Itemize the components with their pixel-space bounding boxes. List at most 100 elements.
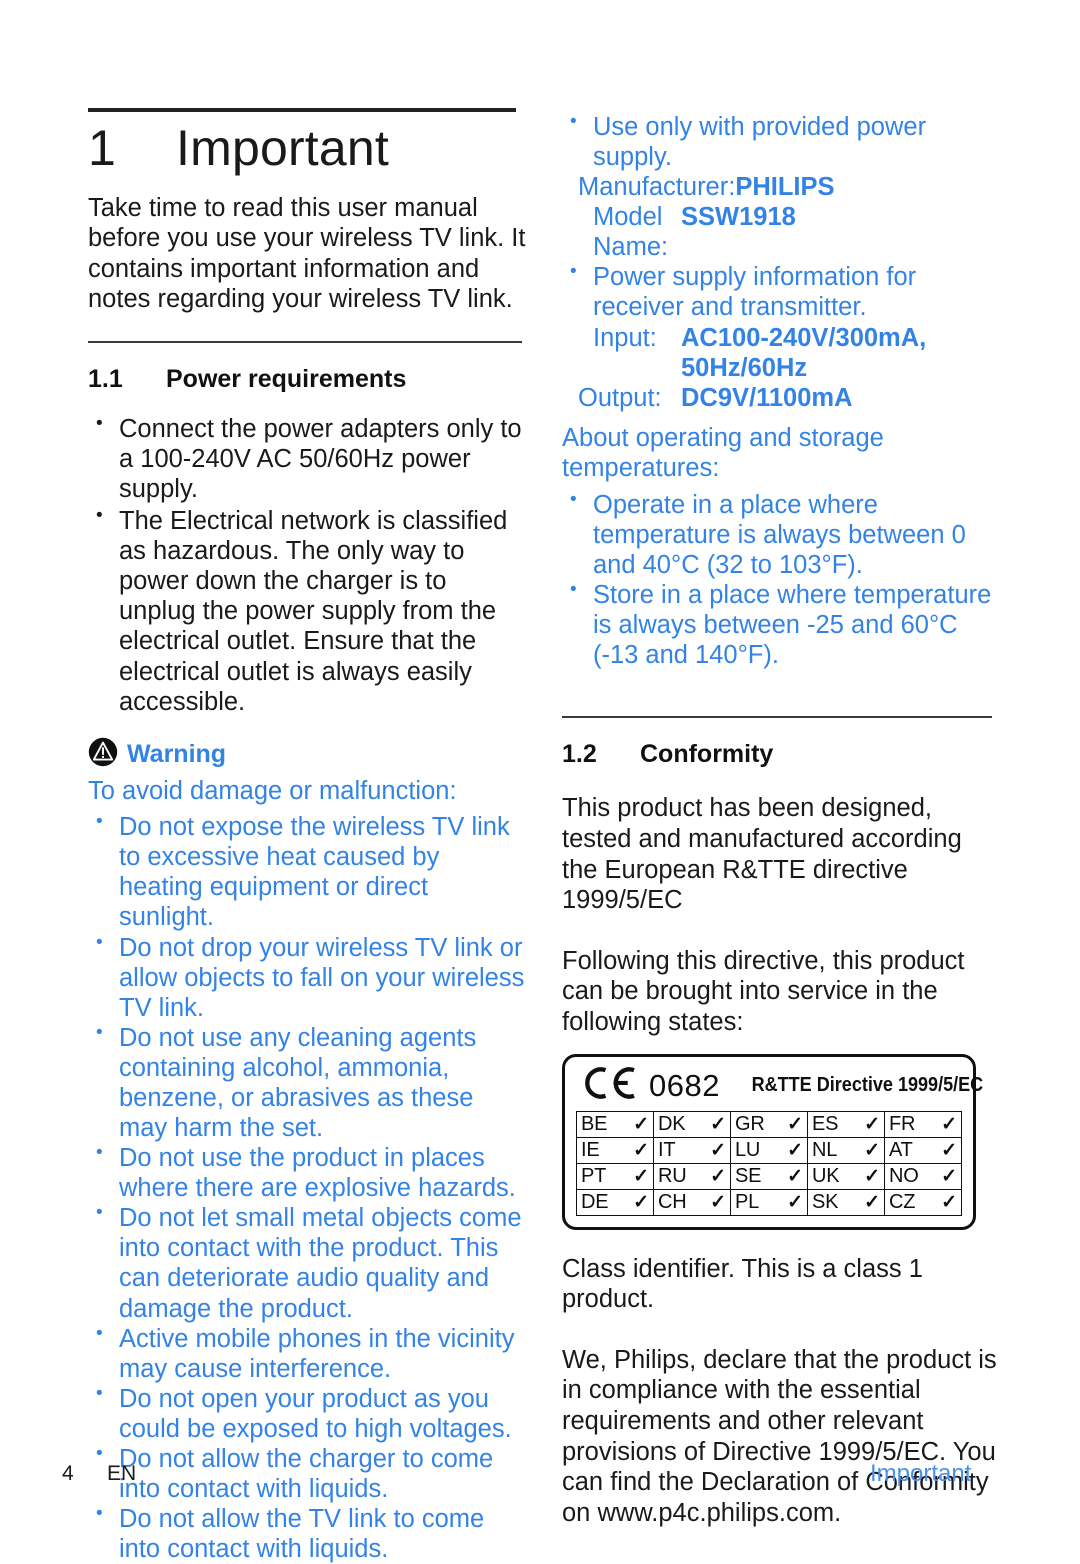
ce-country-table: BE ✓ DK ✓ GR ✓ ES ✓ FR ✓ IE ✓ IT ✓ LU ✓ NL ✓ AT ✓	[576, 1110, 962, 1216]
conformity-paragraph-3: Class identifier. This is a class 1 prod…	[562, 1254, 923, 1314]
list-item: Active mobile phones in the vicinity may…	[88, 1323, 528, 1384]
table-cell: ES ✓	[807, 1110, 885, 1138]
list-item: Operate in a place where temperature is …	[562, 489, 1002, 580]
check-icon: ✓	[941, 1139, 957, 1161]
conformity-paragraph-4: We, Philips, declare that the product is…	[562, 1345, 997, 1527]
list-item: Do not open your product as you could be…	[88, 1383, 528, 1444]
list-item: Do not drop your wireless TV link or all…	[88, 932, 528, 1023]
country-code: GR	[735, 1113, 765, 1136]
model-name-row: Model Name: SSW1918	[562, 202, 1002, 262]
list-item: Do not use any cleaning agents containin…	[88, 1022, 528, 1143]
page-number: 4	[62, 1462, 74, 1485]
ce-box-header: 0682 R&TTE Directive 1999/5/EC	[576, 1066, 983, 1111]
check-icon: ✓	[864, 1113, 880, 1135]
check-icon: ✓	[787, 1113, 803, 1135]
check-icon: ✓	[787, 1165, 803, 1187]
list-item: Do not allow the charger to come into co…	[88, 1443, 528, 1504]
check-icon: ✓	[633, 1165, 649, 1187]
conformity-paragraph-1: This product has been designed, tested a…	[562, 794, 962, 915]
table-row: IE ✓ IT ✓ LU ✓ NL ✓ AT ✓	[576, 1136, 962, 1164]
footer-language-code: EN	[107, 1462, 137, 1485]
table-cell: CH ✓	[653, 1188, 731, 1216]
country-code: FR	[889, 1113, 916, 1136]
chapter-title: Important	[176, 120, 390, 176]
list-item: Do not use the product in places where t…	[88, 1142, 528, 1203]
output-label: Output:	[578, 383, 662, 412]
table-row: DE ✓ CH ✓ PL ✓ SK ✓ CZ ✓	[576, 1188, 962, 1216]
input-value: AC100-240V/300mA,	[681, 323, 927, 352]
table-cell: PL ✓	[730, 1188, 808, 1216]
check-icon: ✓	[710, 1165, 726, 1187]
check-icon: ✓	[710, 1113, 726, 1135]
temperatures-bullet-list: Operate in a place where temperature is …	[562, 489, 1002, 670]
ce-logo-icon	[582, 1066, 638, 1105]
list-item: Power supply information for receiver an…	[562, 261, 1002, 322]
section-heading-conformity: 1.2 Conformity	[562, 740, 1002, 769]
model-name-label: Model Name:	[593, 203, 669, 262]
output-row: Output: DC9V/1100mA	[562, 383, 1002, 413]
conformity-paragraph-2: Following this directive, this product c…	[562, 946, 965, 1036]
manufacturer-label: Manufacturer:	[578, 173, 736, 202]
country-code: IE	[581, 1139, 600, 1162]
warning-triangle-icon	[88, 737, 118, 772]
check-icon: ✓	[941, 1191, 957, 1213]
chapter-number: 1	[88, 120, 117, 176]
ce-directive-text: R&TTE Directive 1999/5/EC	[751, 1072, 984, 1096]
input-row: Input: AC100-240V/300mA,	[562, 323, 1002, 353]
table-cell: DE ✓	[576, 1188, 654, 1216]
list-item: Use only with provided power supply.	[562, 111, 1002, 172]
table-cell: IT ✓	[653, 1136, 731, 1164]
section-title: Conformity	[640, 740, 774, 769]
check-icon: ✓	[864, 1165, 880, 1187]
list-item: Do not allow the TV link to come into co…	[88, 1503, 528, 1564]
country-code: LU	[735, 1139, 761, 1162]
input-value-line2: 50Hz/60Hz	[681, 353, 808, 382]
table-cell: DK ✓	[653, 1110, 731, 1138]
section-number: 1.2	[562, 740, 597, 769]
section-number: 1.1	[88, 364, 123, 393]
country-code: PT	[581, 1165, 607, 1188]
table-cell: SK ✓	[807, 1188, 885, 1216]
list-item: Store in a place where temperature is al…	[562, 579, 1002, 670]
table-cell: SE ✓	[730, 1162, 808, 1190]
ce-notified-body-number: 0682	[649, 1067, 720, 1103]
power-supply-list: Use only with provided power supply.	[562, 111, 1002, 172]
output-value: DC9V/1100mA	[681, 383, 853, 412]
section-heading-power-requirements: 1.1 Power requirements	[88, 365, 528, 394]
country-code: BE	[581, 1113, 608, 1136]
country-code: ES	[812, 1113, 839, 1136]
check-icon: ✓	[941, 1113, 957, 1135]
table-cell: UK ✓	[807, 1162, 885, 1190]
table-cell: LU ✓	[730, 1136, 808, 1164]
check-icon: ✓	[787, 1139, 803, 1161]
table-cell: PT ✓	[576, 1162, 654, 1190]
table-cell: AT ✓	[884, 1136, 962, 1164]
country-code: DE	[581, 1191, 609, 1214]
check-icon: ✓	[633, 1113, 649, 1135]
ce-mark-group: 0682	[582, 1066, 720, 1105]
check-icon: ✓	[864, 1139, 880, 1161]
left-column: 1 Important Take time to read this user …	[88, 108, 528, 1564]
temperatures-lead-text: About operating and storage temperatures…	[562, 423, 884, 483]
country-code: NL	[812, 1139, 838, 1162]
country-code: SE	[735, 1165, 762, 1188]
check-icon: ✓	[710, 1191, 726, 1213]
power-requirements-list: Connect the power adapters only to a 100…	[88, 413, 528, 717]
chapter-intro-paragraph: Take time to read this user manual befor…	[88, 193, 526, 314]
manufacturer-row: Manufacturer: PHILIPS	[562, 172, 1002, 202]
ce-conformity-box: 0682 R&TTE Directive 1999/5/EC BE ✓ DK ✓ G…	[562, 1053, 983, 1230]
table-cell: FR ✓	[884, 1110, 962, 1138]
check-icon: ✓	[941, 1165, 957, 1187]
list-item: Do not expose the wireless TV link to ex…	[88, 811, 528, 932]
country-code: CH	[658, 1191, 687, 1214]
country-code: SK	[812, 1191, 839, 1214]
footer-left: 4 EN	[62, 1462, 136, 1486]
warning-lead-text: To avoid damage or malfunction:	[88, 776, 457, 805]
country-code: AT	[889, 1139, 913, 1162]
manual-page: 1 Important Take time to read this user …	[0, 0, 1080, 1563]
country-code: CZ	[889, 1191, 916, 1214]
country-code: UK	[812, 1165, 840, 1188]
check-icon: ✓	[787, 1191, 803, 1213]
conformity-divider-rule	[562, 716, 992, 719]
warning-heading: Warning	[88, 737, 528, 772]
